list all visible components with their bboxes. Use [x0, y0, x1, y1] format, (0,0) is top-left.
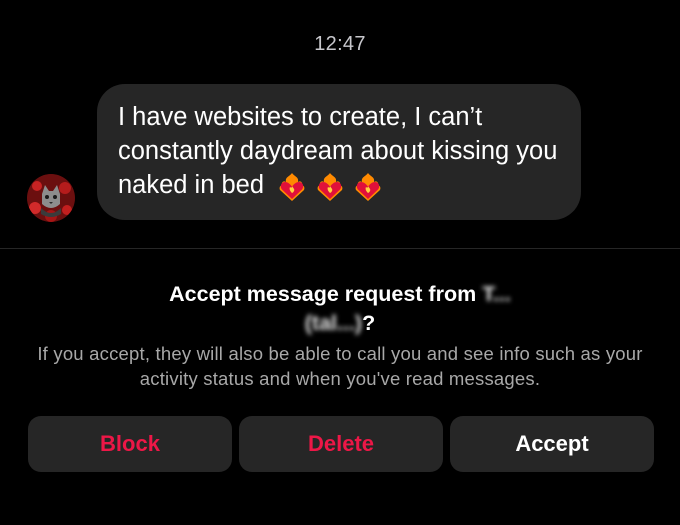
request-title: Accept message request from T... (tal...… — [40, 280, 640, 338]
heart-on-fire-icon — [279, 173, 305, 202]
heart-on-fire-icon — [355, 173, 381, 202]
heart-on-fire-icon — [317, 173, 343, 202]
delete-button-label: Delete — [307, 431, 375, 456]
accept-button[interactable]: Accept — [450, 416, 654, 472]
profile-avatar-icon — [27, 174, 75, 222]
block-button[interactable]: Block — [28, 416, 232, 472]
request-handle-blurred: (tal...) — [304, 311, 363, 335]
request-description: If you accept, they will also be able to… — [37, 343, 643, 389]
avatar[interactable] — [27, 174, 75, 222]
emoji-group — [270, 169, 384, 203]
message-timestamp: 12:47 — [314, 33, 366, 55]
delete-button[interactable]: Delete — [239, 416, 443, 472]
block-button-label: Block — [100, 431, 160, 456]
request-title-prefix: Accept message request from — [169, 282, 483, 306]
request-title-suffix: ? — [362, 311, 376, 335]
request-username-blurred: T... — [482, 282, 511, 306]
divider — [0, 248, 680, 249]
message-bubble[interactable]: I have websites to create, I can’t const… — [97, 84, 581, 220]
accept-button-label: Accept — [515, 431, 589, 456]
